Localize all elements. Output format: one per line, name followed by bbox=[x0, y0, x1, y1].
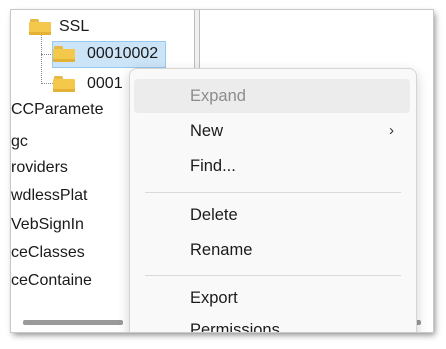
menu-item-permissions[interactable]: Permissions... bbox=[134, 313, 410, 332]
menu-separator bbox=[145, 275, 401, 276]
tree-item[interactable]: wdlessPlat bbox=[11, 184, 87, 208]
tree-item-label: ceClasses bbox=[11, 244, 85, 261]
tree-item-label: 00010002 bbox=[87, 45, 159, 62]
context-menu: Expand New › Find... Delete Rename Expor… bbox=[129, 68, 417, 332]
menu-item-export[interactable]: Export bbox=[134, 281, 410, 315]
chevron-right-icon: › bbox=[389, 122, 394, 139]
tree-item-label: ceContaine bbox=[11, 272, 92, 289]
folder-icon bbox=[53, 46, 75, 62]
tree-item-label: roviders bbox=[11, 159, 68, 176]
tree-item-label: 0001 bbox=[87, 75, 123, 92]
menu-item-expand: Expand bbox=[134, 79, 410, 113]
tree-item-label: CCParamete bbox=[11, 101, 104, 118]
menu-item-delete[interactable]: Delete bbox=[134, 198, 410, 232]
tree-item[interactable]: CCParamete bbox=[11, 98, 103, 122]
menu-item-rename[interactable]: Rename bbox=[134, 233, 410, 267]
menu-item-label: Rename bbox=[190, 241, 253, 259]
tree-line bbox=[41, 83, 53, 84]
tree-item[interactable]: ceContaine bbox=[11, 269, 92, 293]
horizontal-scrollbar-thumb[interactable] bbox=[23, 320, 123, 325]
menu-item-label: Permissions... bbox=[190, 321, 294, 332]
folder-icon bbox=[53, 76, 75, 92]
folder-icon bbox=[29, 19, 51, 35]
tree-item[interactable]: VebSignIn bbox=[11, 213, 84, 237]
menu-separator bbox=[145, 192, 401, 193]
tree-item-label: SSL bbox=[59, 18, 90, 35]
tree-item[interactable]: roviders bbox=[11, 156, 68, 180]
tree-item-label: wdlessPlat bbox=[11, 187, 88, 204]
tree-item[interactable]: ceClasses bbox=[11, 241, 85, 265]
menu-item-label: Expand bbox=[190, 87, 246, 105]
registry-window-crop: SSL 00010002 0001 CCParamete gc roviders… bbox=[11, 10, 433, 332]
tree-item-label: gc bbox=[11, 133, 28, 150]
menu-item-label: Export bbox=[190, 289, 238, 307]
menu-item-find[interactable]: Find... bbox=[134, 149, 410, 183]
tree-line bbox=[41, 34, 42, 84]
menu-item-label: New bbox=[190, 122, 224, 140]
menu-item-label: Delete bbox=[190, 206, 238, 224]
menu-item-new[interactable]: New › bbox=[134, 114, 410, 148]
tree-item[interactable]: gc bbox=[11, 130, 28, 154]
menu-item-label: Find... bbox=[190, 157, 236, 175]
tree-item-label: VebSignIn bbox=[11, 216, 84, 233]
